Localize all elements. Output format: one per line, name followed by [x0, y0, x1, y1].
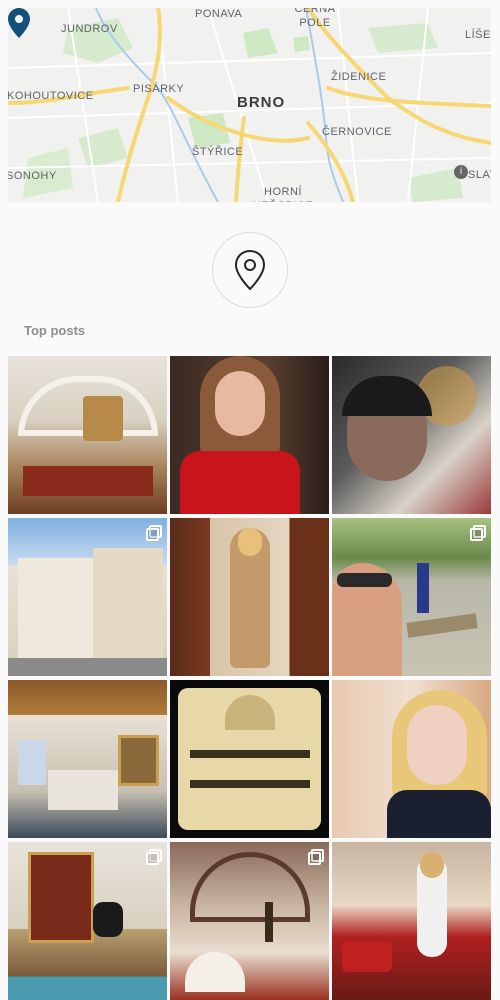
post-thumbnail[interactable] — [332, 680, 491, 838]
map-label-horni-herspice: HORNÍ HEŘSPICE — [253, 186, 313, 202]
uniform-shape — [387, 790, 491, 838]
location-pin-icon — [234, 249, 266, 291]
top-posts-grid — [8, 356, 491, 1000]
building-shape — [18, 558, 93, 658]
hair-shape — [420, 852, 444, 878]
sofa-shape — [342, 942, 392, 972]
map-label-pisarky: PISÁRKY — [133, 83, 185, 95]
chairs-shape — [23, 466, 153, 496]
map-label-slatina: SLATINA — [468, 169, 491, 181]
person-shape — [93, 902, 123, 937]
post-thumbnail[interactable] — [332, 842, 491, 1000]
red-top-shape — [180, 451, 300, 514]
tapestry-shape — [28, 852, 94, 943]
map-label-sonohy: SONOHY — [8, 170, 57, 182]
raft-shape — [406, 613, 478, 638]
map-label-cerna-pole: ČERNÁ POLE — [294, 8, 336, 29]
post-thumbnail[interactable] — [8, 518, 167, 676]
post-thumbnail[interactable] — [170, 356, 329, 514]
multiple-photos-icon — [308, 849, 324, 865]
table-shape — [185, 952, 245, 992]
map-label-jundrov: JUNDROV — [61, 23, 118, 35]
post-thumbnail[interactable] — [170, 680, 329, 838]
map-label-lisen: LÍŠEŇ — [465, 29, 491, 41]
multiple-photos-icon — [470, 525, 486, 541]
window-shape — [18, 740, 46, 785]
post-thumbnail[interactable] — [8, 680, 167, 838]
window-row-shape — [190, 780, 310, 788]
street-shape — [8, 658, 167, 676]
map-info-icon[interactable]: i — [454, 165, 468, 179]
hair-shape — [342, 376, 432, 416]
post-thumbnail[interactable] — [332, 518, 491, 676]
location-icon-circle — [212, 232, 288, 308]
map-label-ponava: PONAVA — [195, 8, 243, 20]
multiple-photos-icon — [146, 525, 162, 541]
cross-shape — [265, 902, 273, 942]
sunglasses-shape — [337, 573, 392, 587]
post-thumbnail[interactable] — [8, 842, 167, 1000]
post-thumbnail[interactable] — [8, 356, 167, 514]
person-shape — [417, 563, 429, 613]
face-shape — [407, 705, 467, 785]
map-label-zidenice: ŽIDENICE — [331, 71, 387, 83]
window-row-shape — [190, 750, 310, 758]
painting-shape — [118, 735, 159, 786]
map-label-cernovice: ČERNOVICE — [322, 126, 392, 138]
hair-shape — [238, 528, 262, 556]
fresco-shape — [83, 396, 123, 441]
location-map[interactable]: JUNDROV PONAVA ČERNÁ POLE LÍŠEŇ KOHOUTOV… — [8, 8, 491, 202]
map-label-brno: BRNO — [237, 94, 286, 111]
top-posts-heading: Top posts — [24, 323, 86, 338]
post-thumbnail[interactable] — [332, 356, 491, 514]
face-shape — [215, 371, 265, 436]
arch-shape — [190, 852, 310, 922]
multiple-photos-icon — [146, 849, 162, 865]
bed-shape — [48, 770, 118, 810]
post-thumbnail[interactable] — [170, 518, 329, 676]
map-label-styrice: ŠTÝŘICE — [192, 146, 244, 158]
map-label-kohoutovice: KOHOUTOVICE — [8, 90, 94, 102]
map-pin-icon — [8, 8, 30, 38]
post-thumbnail[interactable] — [170, 842, 329, 1000]
building-shape — [93, 548, 163, 658]
